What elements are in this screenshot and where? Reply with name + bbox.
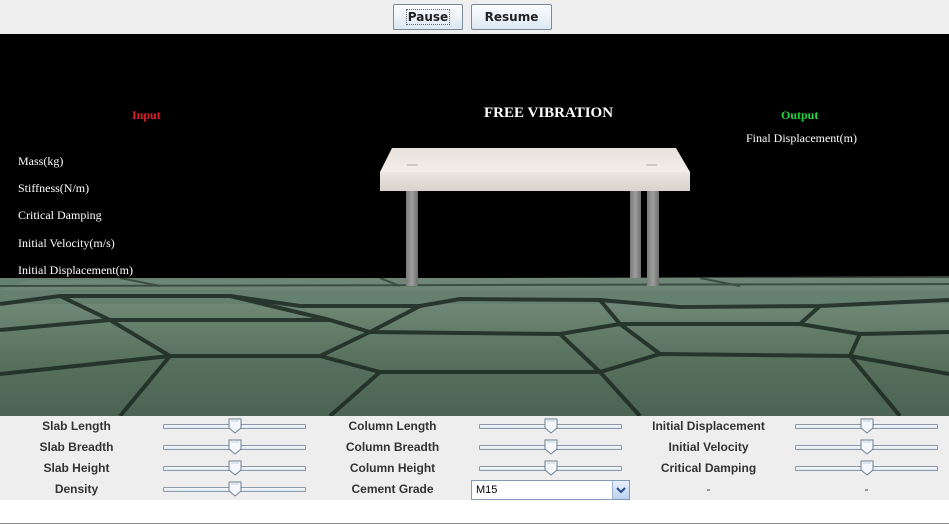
cement-grade-select[interactable]: M15 bbox=[471, 480, 630, 500]
input-initial-displacement-label: Initial Displacement(m) bbox=[18, 263, 133, 277]
slab-breadth-slider[interactable] bbox=[163, 437, 306, 458]
critical-damping-slider[interactable] bbox=[795, 458, 938, 479]
column-length-label: Column Length bbox=[348, 419, 437, 433]
floor bbox=[0, 276, 949, 416]
slider-thumb[interactable] bbox=[228, 460, 242, 476]
scene-graphic bbox=[0, 148, 949, 416]
slider-thumb[interactable] bbox=[860, 439, 874, 455]
slab-height-label: Slab Height bbox=[43, 461, 110, 475]
slider-thumb[interactable] bbox=[544, 418, 558, 434]
input-mass-label: Mass(kg) bbox=[18, 154, 64, 168]
column-length-slider[interactable] bbox=[479, 416, 622, 437]
slab-breadth-label: Slab Breadth bbox=[39, 440, 114, 454]
output-heading: Output bbox=[781, 108, 819, 122]
slab bbox=[380, 148, 690, 191]
critical-damping-label: Critical Damping bbox=[660, 461, 757, 475]
column-height-slider[interactable] bbox=[479, 458, 622, 479]
empty-slider-placeholder: - bbox=[864, 482, 869, 496]
initial-velocity-label: Initial Velocity bbox=[668, 440, 749, 454]
initial-velocity-slider[interactable] bbox=[795, 437, 938, 458]
density-label: Density bbox=[54, 482, 99, 496]
resume-button-label: Resume bbox=[484, 10, 539, 24]
column-breadth-label: Column Breadth bbox=[345, 440, 440, 454]
pause-button[interactable]: Pause bbox=[393, 4, 463, 30]
slider-thumb[interactable] bbox=[228, 439, 242, 455]
density-slider[interactable] bbox=[163, 479, 306, 500]
slider-thumb[interactable] bbox=[228, 418, 242, 434]
slider-thumb[interactable] bbox=[544, 460, 558, 476]
empty-label-placeholder: - bbox=[706, 482, 711, 496]
slider-thumb[interactable] bbox=[228, 481, 242, 497]
cement-grade-value: M15 bbox=[476, 484, 498, 496]
slab-length-label: Slab Length bbox=[42, 419, 111, 433]
status-bar bbox=[0, 500, 949, 524]
column-breadth-slider[interactable] bbox=[479, 437, 622, 458]
slider-thumb[interactable] bbox=[544, 439, 558, 455]
column-height-label: Column Height bbox=[349, 461, 436, 475]
initial-displacement-label: Initial Displacement bbox=[652, 419, 765, 433]
slider-thumb[interactable] bbox=[860, 418, 874, 434]
cement-grade-label: Cement Grade bbox=[351, 482, 434, 496]
slab-length-slider[interactable] bbox=[163, 416, 306, 437]
input-heading: Input bbox=[132, 108, 161, 122]
slider-thumb[interactable] bbox=[860, 460, 874, 476]
input-critical-damping-label: Critical Damping bbox=[18, 208, 102, 222]
initial-displacement-slider[interactable] bbox=[795, 416, 938, 437]
columns bbox=[406, 190, 659, 286]
slab-height-slider[interactable] bbox=[163, 458, 306, 479]
scene-title: FREE VIBRATION bbox=[484, 105, 614, 121]
input-stiffness-label: Stiffness(N/m) bbox=[18, 181, 90, 195]
chevron-down-icon[interactable] bbox=[612, 481, 629, 499]
pause-button-label: Pause bbox=[405, 9, 451, 25]
resume-button[interactable]: Resume bbox=[471, 4, 552, 30]
input-initial-velocity-label: Initial Velocity(m/s) bbox=[18, 236, 115, 250]
output-final-displacement-label: Final Displacement(m) bbox=[746, 131, 857, 145]
simulation-viewport[interactable]: FREE VIBRATION Input Output Final Displa… bbox=[0, 34, 949, 416]
toolbar: Pause Resume bbox=[0, 0, 949, 34]
